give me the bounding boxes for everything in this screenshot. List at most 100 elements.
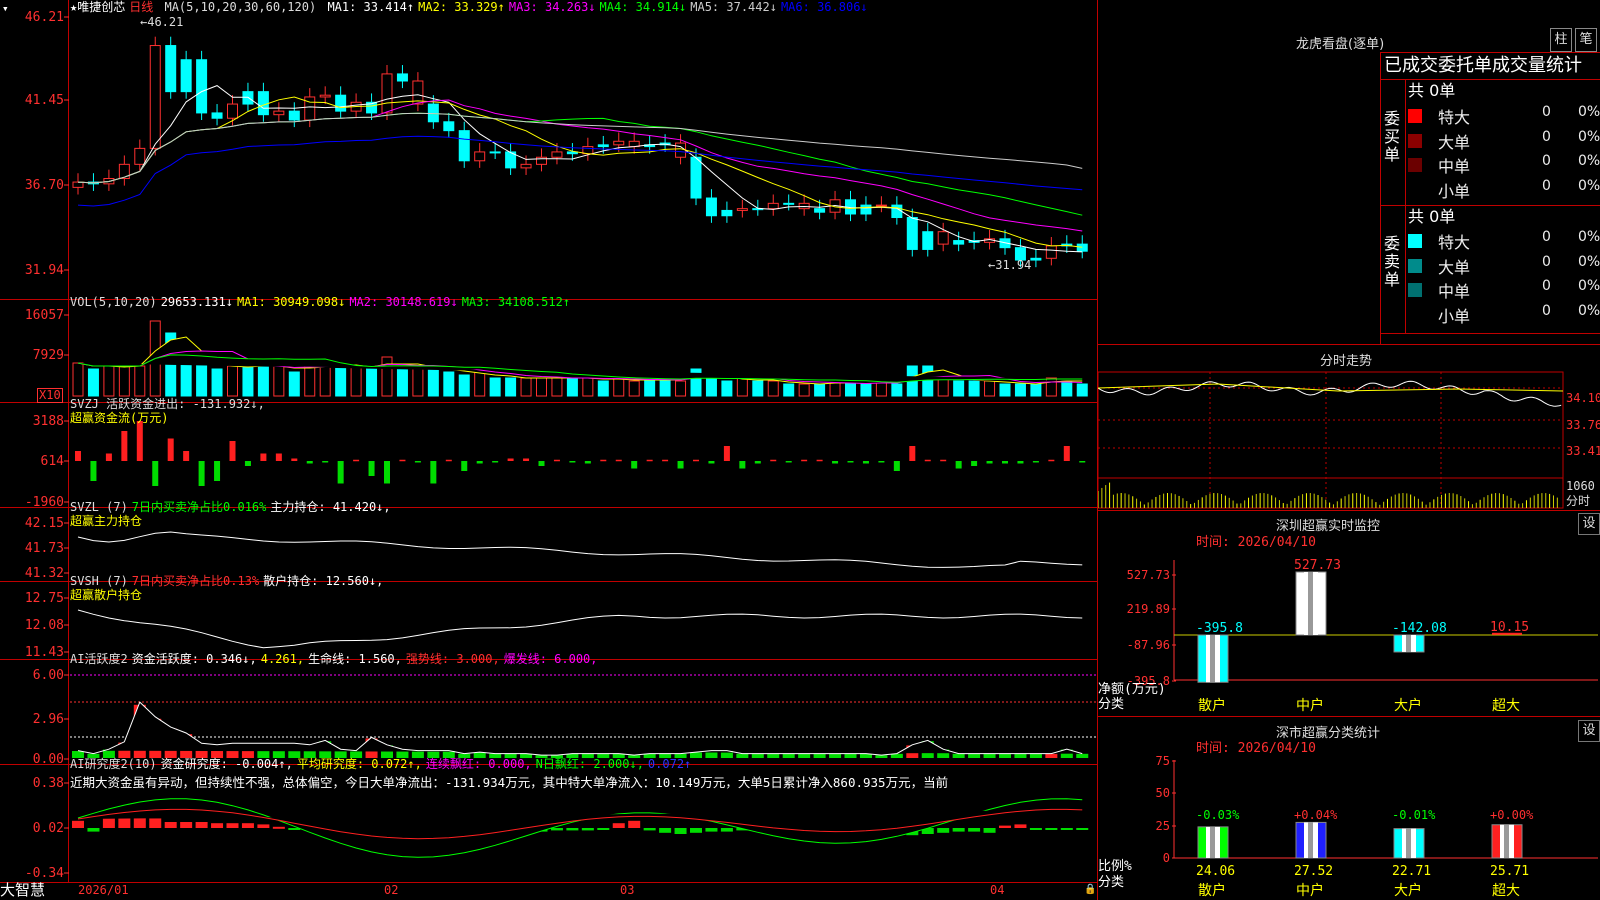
order-pct: 0% [1578,302,1600,319]
research-bar [566,828,579,831]
period-label[interactable]: 日线 [129,0,153,14]
y-tick-label: 12.75 [25,591,64,606]
y-tick-label: 12.08 [25,618,64,633]
fund-flow-bar [414,461,421,463]
y-tick-label: 41.32 [25,566,64,581]
order-row: 特大 0 0% [1408,104,1600,128]
fund-flow-bar [368,461,375,476]
research-bar [952,828,965,832]
low-price-label: ←31.94 [988,258,1032,272]
order-type: 中单 [1438,282,1471,301]
chart-y-tick: 0 [1163,851,1170,865]
y-tick-label: 36.70 [25,178,64,193]
volume-unit-badge: X10 [37,388,63,403]
fund-flow-bar [662,459,669,462]
chart-date-label: 时间: 2026/04/10 [1196,535,1316,550]
fund-flow-bar [1017,461,1024,464]
volume-bar [242,365,254,397]
fund-flow-bar [986,461,993,464]
stats-bar-shade [1406,828,1411,858]
monitor-value-label: 10.15 [1490,620,1529,635]
fund-flow-bar [476,461,483,464]
ma-value: MA6: 36.806↓ [780,0,868,14]
order-pct: 0% [1578,278,1600,294]
volume-bar [288,371,300,397]
volume-bar [505,377,517,397]
candle-body [1030,257,1042,261]
research-bar [705,828,718,832]
volume-header: VOL(5,10,20) 29653.131↓ MA1: 30949.098↓ MA2… [70,295,574,309]
collapse-icon[interactable]: ▾ [2,2,9,16]
fund-flow-bar [167,438,174,461]
low-value: 31.94 [995,258,1032,272]
volume-bar [628,380,640,397]
volume-bar [937,377,949,397]
candle-body [227,103,238,119]
y-tick-label: 41.73 [25,541,64,556]
candle-body [906,217,918,250]
order-type: 特大 [1438,108,1471,127]
volume-bar [582,377,594,397]
y-tick-label: 7929 [33,348,64,363]
volume-bar [304,365,316,397]
volume-bar [350,365,362,397]
stats-axis-label: 比例% [1098,859,1132,874]
research-bar [690,828,702,833]
volume-bar [412,368,424,397]
order-pct: 0% [1578,229,1600,245]
activity-bar [736,753,749,758]
order-row: 大单 0 0% [1408,129,1600,153]
ma-value: MA5: 37.442↓ [690,0,777,14]
y-tick-label: 46.21 [25,10,64,25]
x-axis-date-feb: 02 [384,883,399,897]
candle-body [675,142,687,158]
volume-bar [87,368,99,397]
indicator-lines [70,531,1096,738]
candle-body [1045,245,1057,259]
candle-body [273,110,285,116]
y-tick-label: 614 [41,454,65,469]
order-count: 0 [1542,229,1551,245]
legend-swatch [1408,158,1422,172]
fund-flow-bar [399,459,406,462]
candle-body [551,151,563,158]
research-bar [968,828,981,832]
order-count: 0 [1542,104,1551,120]
fund-flow-bar [229,441,236,461]
lock-icon[interactable]: 🔒 [1084,883,1096,897]
order-count: 0 [1542,278,1551,294]
order-count: 0 [1542,253,1551,270]
research-bar [659,828,672,833]
candle-body [134,147,146,165]
candle-body [180,59,192,93]
activity-bar [999,753,1011,758]
research-bar [226,823,239,828]
research-bar [983,828,996,833]
fund-flow-bar [847,461,854,463]
monitor-axis-label: 净额(万元) [1098,682,1166,697]
research-bar [720,828,733,832]
fund-flow-bar [893,461,900,471]
activity-bar [1076,753,1089,758]
intraday-vol-tick: 1060 [1566,479,1595,493]
chart-y-tick: 527.73 [1127,568,1170,582]
research-bar [550,828,563,831]
research-bar [597,828,610,830]
fund-flow-bar [631,461,638,469]
monitor-value-label: 527.73 [1294,558,1341,573]
candle-body [767,202,779,210]
monitor-bar-shade [1308,572,1313,635]
volume-bar [1061,380,1073,397]
fund-flow-bar [461,461,468,471]
monitor-bar [1295,571,1327,636]
y-tick-label: 11.43 [25,645,64,660]
volume-bar [134,365,146,397]
stats-value-label: 27.52 [1294,864,1333,879]
research-bar [195,822,208,828]
x-axis-date-mar: 03 [620,883,635,897]
fund-flow-bar [198,461,205,486]
header-item: 散户持仓: 12.560↓, [263,574,384,588]
candle-body [783,202,795,205]
y-tick-label: 41.45 [25,93,64,108]
research-bar [87,828,100,832]
